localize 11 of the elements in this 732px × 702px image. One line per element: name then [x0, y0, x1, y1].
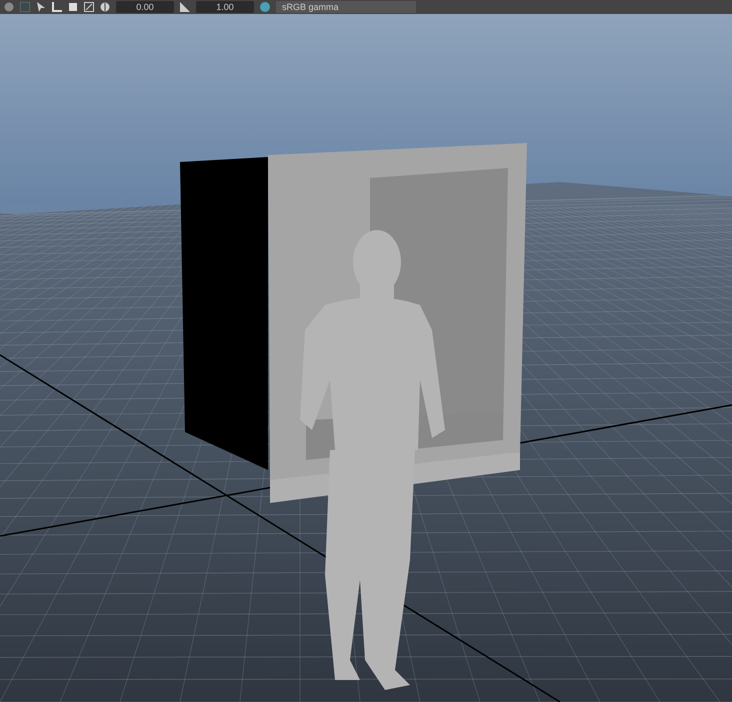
frame-icon[interactable]: [84, 2, 94, 12]
cursor-icon[interactable]: [36, 2, 46, 12]
number-field[interactable]: 0.00: [116, 1, 174, 13]
circle-icon[interactable]: [4, 2, 14, 12]
corner-icon[interactable]: [52, 2, 62, 12]
number-field[interactable]: 1.00: [196, 1, 254, 13]
square-icon[interactable]: [68, 2, 78, 12]
color-management-icon[interactable]: [260, 2, 270, 12]
aperture-icon[interactable]: [100, 2, 110, 12]
contrast-icon[interactable]: [180, 2, 190, 12]
color-space-field[interactable]: sRGB gamma: [276, 1, 416, 13]
